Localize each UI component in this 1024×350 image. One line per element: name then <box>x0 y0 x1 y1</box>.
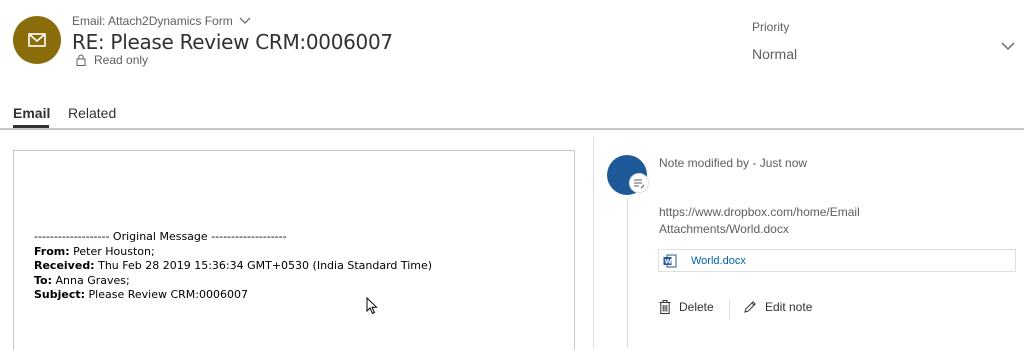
email-to-line: To: Anna Graves; <box>34 273 130 287</box>
timeline-line <box>627 198 628 348</box>
note-text: https://www.dropbox.com/home/Email Attac… <box>659 205 860 236</box>
delete-note-button[interactable]: Delete <box>659 300 714 314</box>
chevron-down-icon <box>239 17 251 24</box>
panel-divider <box>593 137 594 348</box>
note-header: Note modified by - Just now <box>659 156 808 170</box>
tab-email[interactable]: Email <box>13 105 50 121</box>
active-tab-indicator <box>13 125 49 128</box>
note-attachment[interactable]: W World.docx <box>658 249 1016 272</box>
form-name: Email: Attach2Dynamics Form <box>72 14 233 28</box>
envelope-icon <box>28 33 46 47</box>
note-icon <box>634 179 645 189</box>
priority-value[interactable]: Normal <box>752 46 797 62</box>
edit-note-button[interactable]: Edit note <box>743 300 812 314</box>
svg-text:W: W <box>665 257 672 265</box>
word-doc-icon: W <box>663 254 677 267</box>
mouse-cursor-icon <box>366 297 378 315</box>
email-body-frame[interactable]: ------------------- Original Message ---… <box>13 150 575 350</box>
note-badge <box>629 173 649 193</box>
priority-chevron-down-icon[interactable] <box>1000 38 1016 54</box>
lock-icon <box>76 54 86 66</box>
original-message-separator: ------------------- Original Message ---… <box>34 230 287 243</box>
page-title: RE: Please Review CRM:0006007 <box>72 30 393 54</box>
readonly-indicator: Read only <box>76 53 148 67</box>
tab-related[interactable]: Related <box>68 105 116 121</box>
pencil-icon <box>744 301 756 313</box>
action-separator <box>729 300 730 320</box>
email-received-line: Received: Thu Feb 28 2019 15:36:34 GMT+0… <box>34 259 433 272</box>
trash-icon <box>659 300 671 314</box>
record-header: Email: Attach2Dynamics Form RE: Please R… <box>0 0 1024 96</box>
delete-label: Delete <box>679 300 714 314</box>
readonly-label: Read only <box>94 53 149 67</box>
email-from-line: From: Peter Houston; <box>34 244 155 258</box>
priority-label: Priority <box>752 20 790 34</box>
edit-note-label: Edit note <box>765 300 813 314</box>
attachment-name[interactable]: World.docx <box>691 255 746 267</box>
tab-bar: Email Related <box>0 98 1024 130</box>
email-entity-avatar <box>13 16 61 64</box>
form-selector[interactable]: Email: Attach2Dynamics Form <box>72 14 251 28</box>
email-body: ------------------- Original Message ---… <box>34 230 432 303</box>
